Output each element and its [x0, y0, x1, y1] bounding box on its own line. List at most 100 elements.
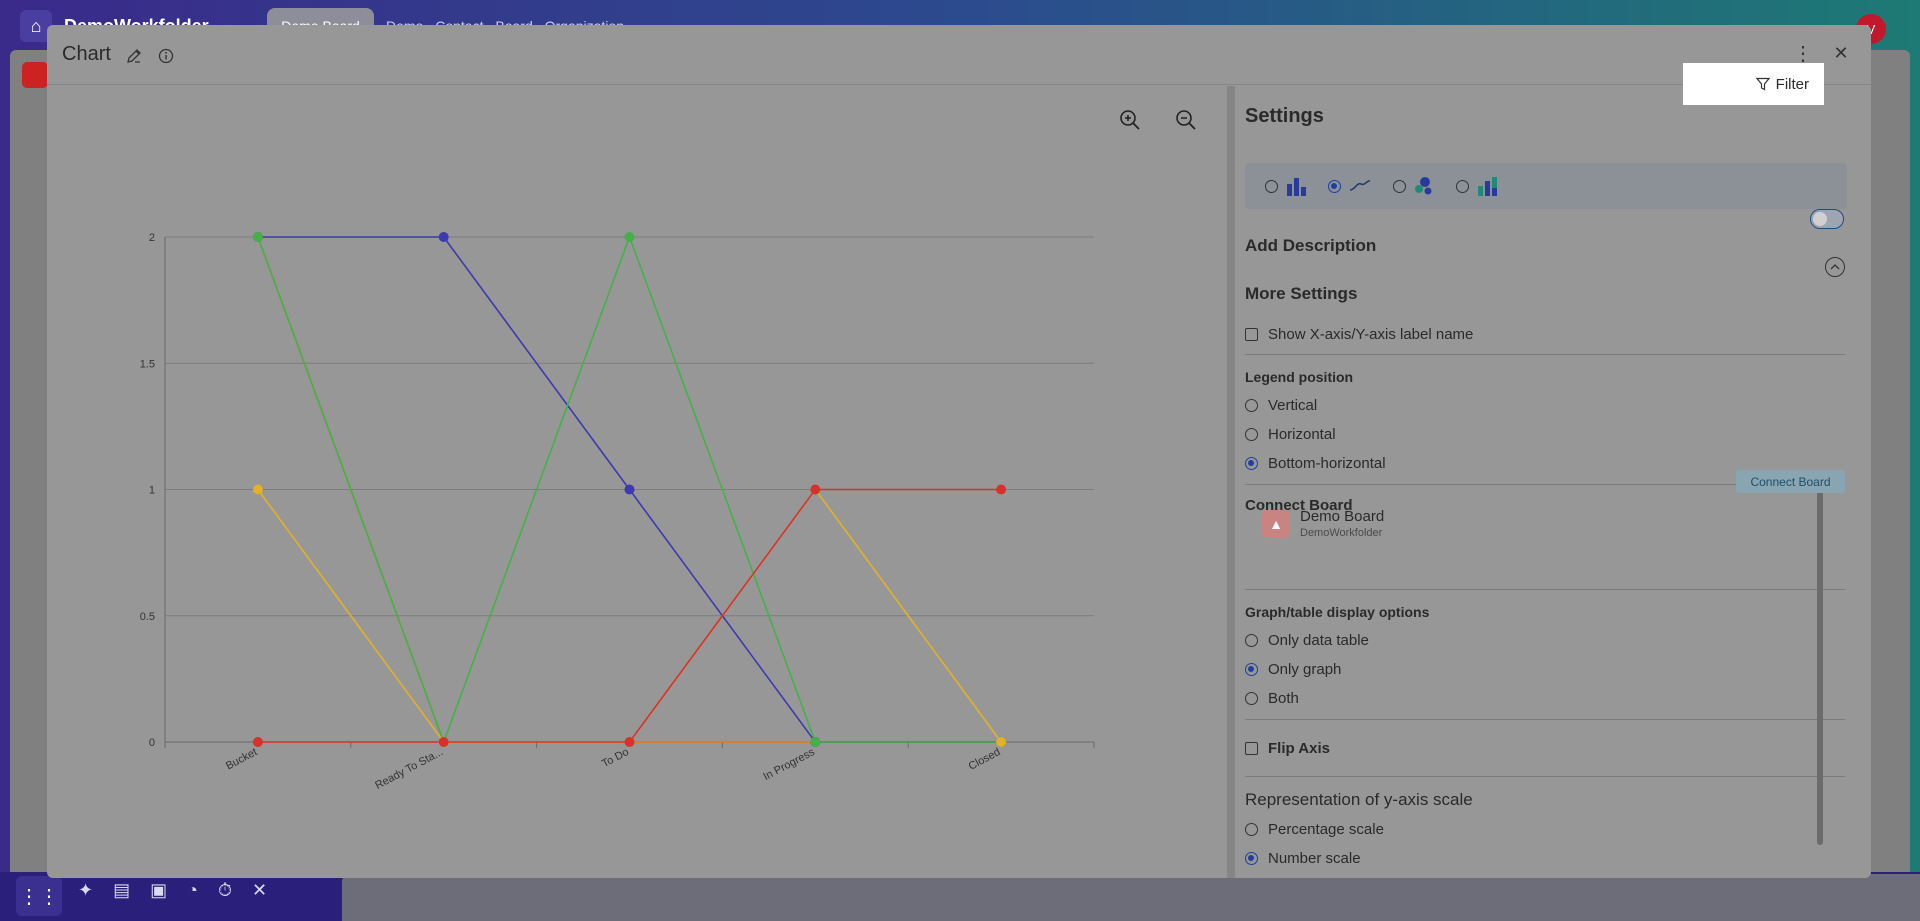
- data-point: [996, 484, 1007, 495]
- chart-type-selector: [1245, 163, 1847, 209]
- data-point: [996, 737, 1007, 747]
- y-scale-title: Representation of y-axis scale: [1245, 790, 1473, 809]
- timer-icon[interactable]: ⏱: [218, 880, 232, 901]
- chart-type-bar[interactable]: [1265, 176, 1306, 196]
- apps-grid-icon[interactable]: ⋮⋮: [16, 876, 62, 916]
- settings-title: Settings: [1245, 105, 1324, 127]
- modal-title: Chart: [62, 43, 111, 65]
- divider: [1245, 589, 1845, 590]
- flip-axis-label: Flip Axis: [1268, 740, 1330, 757]
- show-axis-label-option[interactable]: Show X-axis/Y-axis label name: [1245, 326, 1473, 343]
- board-logo-icon: ▲: [1262, 509, 1290, 538]
- chart-modal: Chart ⋮ ✕ 0 0.5 1 1.5 2 Bucket Ready To Sta...…: [47, 25, 1871, 878]
- data-point: [810, 484, 821, 495]
- board-folder: DemoWorkfolder: [1300, 527, 1383, 539]
- chart-type-bar-radio[interactable]: [1265, 179, 1278, 193]
- stacked-bar-chart-icon: [1478, 177, 1497, 196]
- bottom-panel: [342, 874, 1920, 921]
- x-tick-label: Bucket: [224, 746, 259, 772]
- legend-bottom-horizontal-label: Bottom-horizontal: [1268, 455, 1386, 472]
- document-icon[interactable]: ▤: [113, 880, 130, 901]
- display-graph-radio[interactable]: [1245, 663, 1258, 676]
- y-tick-label: 0: [149, 737, 155, 749]
- y-tick-label: 2: [149, 232, 155, 244]
- flip-axis-checkbox[interactable]: [1245, 742, 1258, 755]
- chart-type-line[interactable]: [1328, 176, 1371, 196]
- data-point: [810, 737, 821, 747]
- legend-horizontal-radio[interactable]: [1245, 428, 1258, 441]
- bottom-toolbar: ✦ ▤ ▣ ◔ ⏱ ✕: [78, 880, 267, 901]
- x-tick-label: Closed: [967, 746, 1003, 773]
- close-icon[interactable]: ✕: [1829, 41, 1853, 65]
- y-tick-label: 1: [149, 485, 155, 497]
- data-point: [624, 484, 635, 495]
- display-graph-label: Only graph: [1268, 661, 1342, 678]
- display-data-table-label: Only data table: [1268, 632, 1369, 649]
- more-settings-label: More Settings: [1245, 284, 1358, 303]
- divider: [1245, 776, 1845, 777]
- x-tick-label: Ready To Sta...: [373, 746, 445, 792]
- connected-board-card[interactable]: ▲ Demo Board DemoWorkfolder: [1262, 508, 1384, 539]
- chart-type-bubble-radio[interactable]: [1393, 179, 1406, 193]
- data-point: [624, 232, 635, 242]
- display-both-option[interactable]: Both: [1245, 690, 1299, 707]
- x-tick-label: To Do: [600, 746, 631, 770]
- display-options-title: Graph/table display options: [1245, 604, 1430, 620]
- legend-vertical-option[interactable]: Vertical: [1245, 397, 1317, 414]
- pencil-icon[interactable]: [123, 45, 145, 67]
- chart-type-stacked-radio[interactable]: [1456, 179, 1469, 193]
- show-axis-label-text: Show X-axis/Y-axis label name: [1268, 326, 1474, 343]
- chart-area: 0 0.5 1 1.5 2 Bucket Ready To Sta... To Do In Pr…: [47, 86, 1227, 878]
- number-scale-option[interactable]: Number scale: [1245, 850, 1361, 867]
- add-description-toggle[interactable]: [1810, 209, 1844, 229]
- board-logo-icon: [22, 62, 48, 88]
- bubble-chart-icon: [1415, 177, 1432, 195]
- display-data-table-option[interactable]: Only data table: [1245, 632, 1369, 649]
- chart-type-line-radio[interactable]: [1328, 179, 1341, 193]
- number-scale-radio[interactable]: [1245, 852, 1258, 865]
- data-point: [624, 737, 635, 747]
- display-both-label: Both: [1268, 690, 1299, 707]
- percentage-scale-radio[interactable]: [1245, 823, 1258, 836]
- legend-vertical-radio[interactable]: [1245, 399, 1258, 412]
- legend-horizontal-option[interactable]: Horizontal: [1245, 426, 1336, 443]
- bar-chart-icon: [1287, 178, 1306, 196]
- connect-board-button[interactable]: Connect Board: [1736, 470, 1845, 493]
- unpin-icon[interactable]: ✕: [252, 880, 267, 901]
- legend-bottom-horizontal-option[interactable]: Bottom-horizontal: [1245, 455, 1386, 472]
- splitter[interactable]: [1227, 86, 1235, 878]
- divider: [1245, 354, 1845, 355]
- card-icon[interactable]: ▣: [150, 880, 167, 901]
- more-vertical-icon[interactable]: ⋮: [1792, 41, 1814, 65]
- display-graph-option[interactable]: Only graph: [1245, 661, 1341, 678]
- board-name: Demo Board: [1300, 508, 1385, 525]
- percentage-scale-option[interactable]: Percentage scale: [1245, 821, 1384, 838]
- y-tick-label: 1.5: [140, 358, 155, 370]
- legend-horizontal-label: Horizontal: [1268, 426, 1336, 443]
- display-data-table-radio[interactable]: [1245, 634, 1258, 647]
- settings-scrollbar[interactable]: [1817, 485, 1823, 845]
- show-axis-label-checkbox[interactable]: [1245, 328, 1258, 341]
- add-description-label: Add Description: [1245, 236, 1377, 255]
- display-both-radio[interactable]: [1245, 692, 1258, 705]
- filter-button[interactable]: Filter: [1683, 63, 1824, 105]
- legend-vertical-label: Vertical: [1268, 397, 1318, 414]
- chevron-up-icon[interactable]: [1825, 257, 1845, 277]
- data-point: [252, 484, 263, 495]
- data-point: [252, 232, 263, 242]
- data-point: [252, 737, 263, 747]
- info-icon[interactable]: [155, 45, 177, 67]
- percentage-scale-label: Percentage scale: [1268, 821, 1384, 838]
- divider: [1245, 719, 1845, 720]
- legend-bottom-horizontal-radio[interactable]: [1245, 457, 1258, 470]
- flip-axis-option[interactable]: Flip Axis: [1245, 740, 1330, 757]
- y-tick-label: 0.5: [140, 611, 155, 623]
- data-point: [438, 737, 449, 747]
- gauge-icon[interactable]: ◔: [187, 880, 198, 901]
- sparkle-icon[interactable]: ✦: [78, 880, 93, 901]
- filter-icon: [1755, 77, 1770, 91]
- chart-type-bubble[interactable]: [1393, 176, 1434, 196]
- chart-type-stacked[interactable]: [1456, 176, 1497, 196]
- modal-header: Chart ⋮ ✕: [47, 25, 1871, 85]
- data-point: [438, 232, 449, 242]
